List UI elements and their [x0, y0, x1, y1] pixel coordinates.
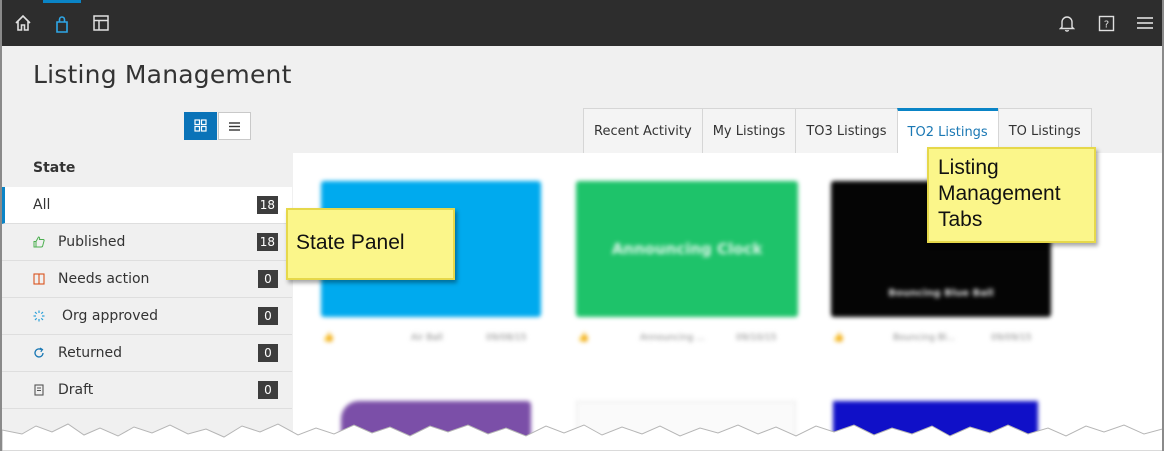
- listing-card[interactable]: Announcing Clock 👍 Announcing ... 09/10/…: [576, 181, 801, 371]
- grid-view-button[interactable]: [184, 112, 217, 140]
- thumbs-up-icon: [32, 235, 46, 249]
- listing-date: 09/08/15: [486, 333, 527, 343]
- thumbs-up-icon: 👍: [578, 333, 590, 343]
- svg-text:?: ?: [1103, 19, 1108, 30]
- listing-name: Announcing ...: [640, 333, 705, 343]
- tabs-callout: Listing Management Tabs: [927, 147, 1096, 243]
- state-item-draft[interactable]: Draft 0: [2, 372, 292, 409]
- state-count-badge: 18: [256, 233, 278, 251]
- state-item-label: Needs action: [58, 271, 150, 287]
- state-item-label: Returned: [58, 345, 122, 361]
- state-count-badge: 0: [258, 307, 278, 325]
- tab-to3-listings[interactable]: TO3 Listings: [795, 108, 898, 153]
- thumbs-up-icon: 👍: [833, 333, 845, 343]
- tab-recent-activity[interactable]: Recent Activity: [583, 108, 703, 153]
- state-count-badge: 0: [258, 270, 278, 288]
- help-icon[interactable]: ?: [1087, 0, 1125, 46]
- state-panel: All 18 Published 18 Needs action 0 Org a…: [2, 187, 292, 409]
- thumbs-up-icon: 👍: [323, 333, 335, 343]
- bell-icon[interactable]: [1048, 0, 1086, 46]
- menu-icon[interactable]: [1126, 0, 1162, 46]
- grid-view-icon: [194, 117, 207, 136]
- state-panel-header: State: [33, 160, 76, 176]
- bag-icon[interactable]: [43, 0, 81, 46]
- state-item-label: Published: [58, 234, 126, 250]
- listing-name: Air Ball: [411, 333, 443, 343]
- spinner-icon: [32, 309, 46, 323]
- state-count-badge: 0: [258, 344, 278, 362]
- page-title: Listing Management: [33, 60, 292, 89]
- state-item-label: Org approved: [62, 308, 159, 324]
- state-item-returned[interactable]: Returned 0: [2, 335, 292, 372]
- state-item-org-approved[interactable]: Org approved 0: [2, 298, 292, 335]
- home-icon[interactable]: [4, 0, 42, 46]
- state-item-label: Draft: [58, 382, 94, 398]
- refresh-icon: [32, 346, 46, 360]
- listing-date: 09/10/15: [736, 333, 777, 343]
- listing-thumbnail: Announcing Clock: [576, 181, 798, 317]
- torn-edge-decoration: [2, 423, 1162, 451]
- tab-my-listings[interactable]: My Listings: [701, 108, 797, 153]
- list-view-button[interactable]: [218, 112, 251, 140]
- book-icon: [32, 272, 46, 286]
- state-item-needs-action[interactable]: Needs action 0: [2, 261, 292, 298]
- list-view-icon: [228, 117, 241, 136]
- state-item-all[interactable]: All 18: [2, 187, 292, 224]
- listing-name: Bouncing Bl...: [893, 333, 956, 343]
- state-panel-callout: State Panel: [286, 208, 455, 280]
- top-bar: ?: [2, 0, 1162, 46]
- state-item-label: All: [33, 197, 51, 213]
- layout-icon[interactable]: [82, 0, 120, 46]
- app-window: ? Listing Management Recent Activity My …: [0, 0, 1164, 451]
- state-count-badge: 0: [258, 381, 278, 399]
- state-count-badge: 18: [256, 196, 278, 214]
- document-icon: [32, 383, 46, 397]
- listing-date: 09/09/15: [991, 333, 1032, 343]
- state-item-published[interactable]: Published 18: [2, 224, 292, 261]
